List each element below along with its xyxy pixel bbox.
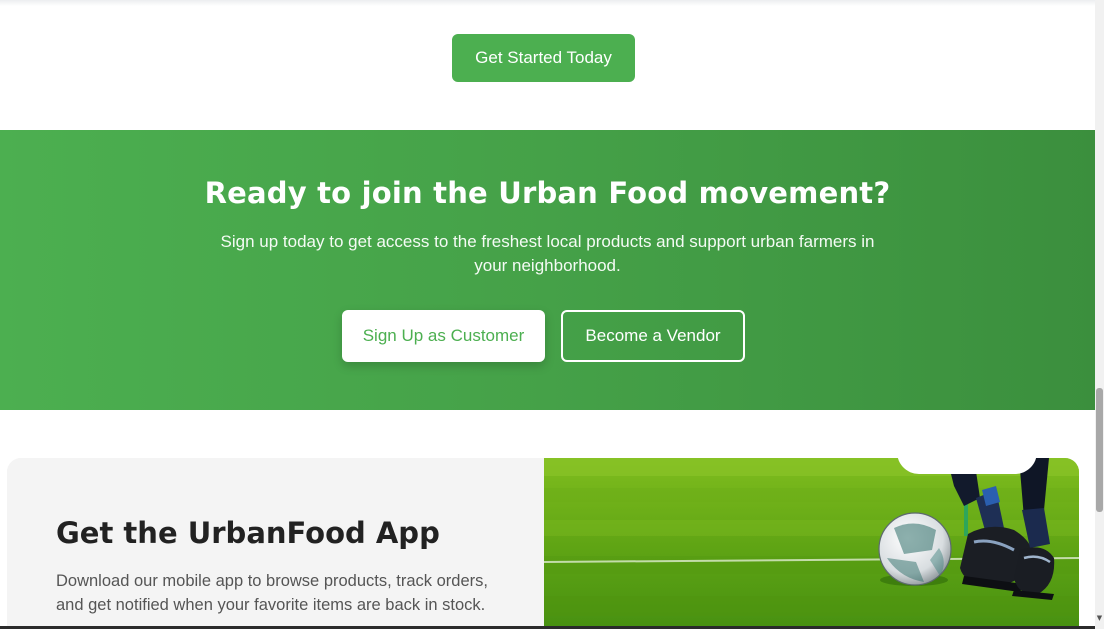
floating-badge [897,440,1037,474]
app-promo-card: Get the UrbanFood App Download our mobil… [7,458,1079,629]
app-promo-description: Download our mobile app to browse produc… [56,572,488,614]
cta-banner: Ready to join the Urban Food movement? S… [0,130,1095,410]
scroll-down-arrow-icon[interactable]: ▼ [1095,612,1104,624]
get-started-button[interactable]: Get Started Today [452,34,635,82]
top-section: Get Started Today [0,0,1095,130]
scrollbar-thumb[interactable] [1096,388,1103,512]
cta-description: Sign up today to get access to the fresh… [220,232,875,275]
app-promo-text: Get the UrbanFood App Download our mobil… [7,458,544,629]
sign-up-customer-button[interactable]: Sign Up as Customer [342,310,545,362]
become-vendor-button[interactable]: Become a Vendor [561,310,745,362]
soccer-field-image [544,458,1079,629]
cta-title: Ready to join the Urban Food movement? [204,176,891,210]
header-shadow [0,0,1095,6]
app-promo-title: Get the UrbanFood App [56,516,440,550]
app-promo-image [544,458,1079,629]
page: Get Started Today Ready to join the Urba… [0,0,1104,629]
vertical-scrollbar[interactable]: ▼ [1095,0,1104,629]
